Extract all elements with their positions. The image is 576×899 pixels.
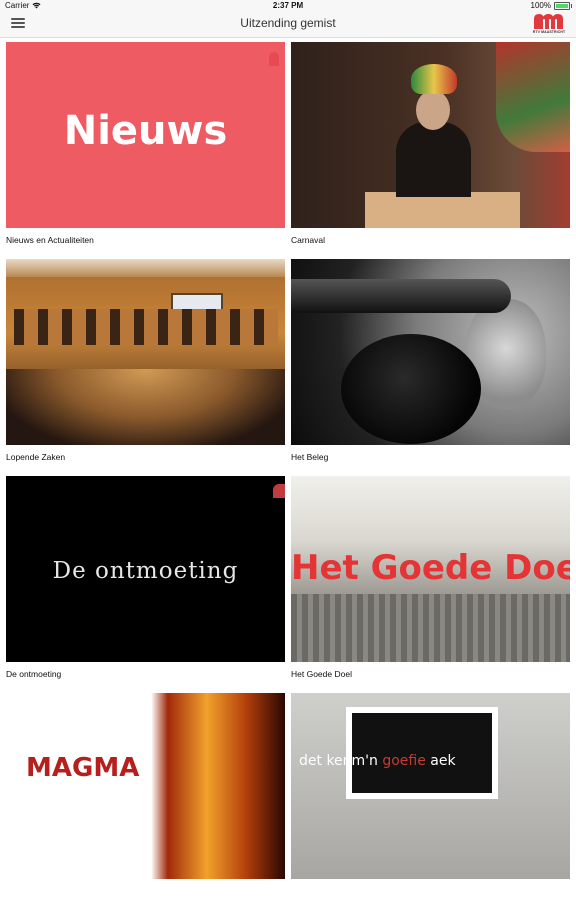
program-title: De ontmoeting	[6, 669, 62, 679]
thumbnail-title-text: det kenm'n goefie aek	[299, 753, 456, 769]
program-title	[6, 879, 285, 899]
program-card-lopende-zaken[interactable]: Lopende Zaken	[6, 259, 285, 465]
program-title: Het Goede Doel	[291, 669, 352, 679]
nav-header: Uitzending gemist RTV MAASTRICHT	[0, 12, 576, 38]
program-card-de-ontmoeting[interactable]: De ontmoeting De ontmoeting	[6, 476, 285, 682]
thumbnail-text-part: aek	[425, 753, 456, 769]
program-thumbnail[interactable]	[6, 259, 285, 445]
program-card-goefie[interactable]: det kenm'n goefie aek	[291, 693, 570, 899]
program-thumbnail[interactable]	[291, 259, 570, 445]
council-table-shape	[6, 369, 285, 445]
logo-subtitle: RTV MAASTRICHT	[532, 30, 566, 34]
status-right: 100%	[530, 1, 572, 10]
status-bar: Carrier 2:37 PM 100%	[0, 0, 576, 12]
program-thumbnail[interactable]: det kenm'n goefie aek	[291, 693, 570, 879]
logo-corner-mark	[273, 484, 285, 498]
thumbnail-text-part: det kenm'n	[299, 753, 383, 769]
program-thumbnail[interactable]: Het Goede Doel	[291, 476, 570, 662]
program-grid: Nieuws Nieuws en Actualiteiten Carnaval …	[6, 42, 571, 899]
program-card-nieuws[interactable]: Nieuws Nieuws en Actualiteiten	[6, 42, 285, 248]
thumbnail-text-highlight: goefie	[382, 753, 426, 769]
program-thumbnail[interactable]: De ontmoeting	[6, 476, 285, 662]
program-card-magma[interactable]: MAGMA	[6, 693, 285, 899]
thumbnail-title-text: Nieuws	[63, 108, 228, 154]
program-card-het-beleg[interactable]: Het Beleg	[291, 259, 570, 465]
thumbnail-title-text: MAGMA	[26, 753, 140, 783]
speaker-head-shape	[416, 90, 450, 130]
skyline-shape	[291, 594, 570, 662]
thumbnail-title-text: De ontmoeting	[52, 558, 239, 584]
ceiling-shape	[6, 259, 285, 277]
program-thumbnail[interactable]: MAGMA	[6, 693, 285, 879]
costume-shape	[496, 42, 570, 152]
program-card-carnaval[interactable]: Carnaval	[291, 42, 570, 248]
program-title: Lopende Zaken	[6, 452, 66, 462]
jester-hat-shape	[411, 64, 457, 94]
window-row-shape	[14, 309, 278, 345]
thumbnail-title-text: Het Goede Doel	[291, 548, 570, 588]
logo-corner-mark	[269, 52, 279, 66]
program-thumbnail[interactable]: Nieuws	[6, 42, 285, 228]
program-title	[291, 879, 570, 899]
battery-percent: 100%	[530, 1, 551, 10]
logo-m-icon	[534, 14, 563, 29]
pop-filter-shape	[341, 334, 481, 444]
program-card-het-goede-doel[interactable]: Het Goede Doel Het Goede Doel	[291, 476, 570, 682]
program-thumbnail[interactable]	[291, 42, 570, 228]
status-time: 2:37 PM	[272, 1, 304, 10]
microphone-bar-shape	[291, 279, 511, 313]
battery-fill	[556, 3, 568, 8]
podium-shape	[365, 192, 520, 228]
program-title: Het Beleg	[291, 452, 329, 462]
program-title: Nieuws en Actualiteiten	[6, 235, 94, 245]
program-title: Carnaval	[291, 235, 326, 245]
battery-icon	[554, 1, 572, 10]
rtv-maastricht-logo[interactable]: RTV MAASTRICHT	[532, 13, 566, 36]
page-title: Uitzending gemist	[240, 16, 336, 30]
speaker-body-shape	[396, 122, 471, 197]
